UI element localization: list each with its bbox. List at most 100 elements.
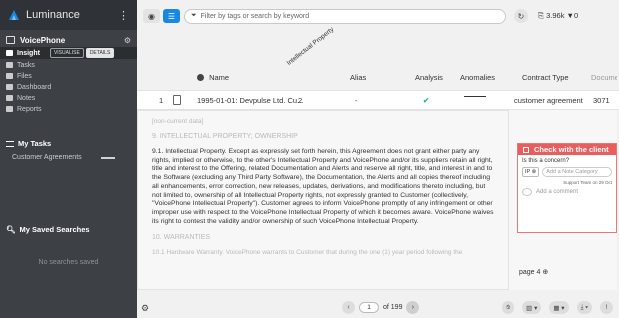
sidebar-item-label: Notes bbox=[17, 94, 36, 102]
search-placeholder: Filter by tags or search by keyword bbox=[200, 12, 310, 20]
list-icon: ☰ bbox=[167, 11, 176, 21]
row-documents: 3071 bbox=[593, 96, 610, 105]
sidebar-item-insight[interactable]: Insight VISUALISE DETAILS bbox=[0, 47, 137, 59]
download-icon: ⤓ ▾ bbox=[580, 303, 588, 311]
tasks-icon bbox=[6, 62, 13, 68]
info-icon: ! bbox=[605, 304, 608, 311]
ip-tag[interactable]: IP ⊗ bbox=[522, 167, 540, 177]
sidebar-item-label: Insight bbox=[17, 49, 40, 57]
insight-icon bbox=[6, 50, 13, 56]
pagination: ‹ 1 of 199 › bbox=[342, 301, 420, 314]
info-button[interactable]: ! bbox=[600, 301, 613, 314]
analysis-check-icon: ✔ bbox=[423, 96, 430, 105]
add-comment-field[interactable]: Add a comment bbox=[518, 188, 616, 196]
hand-icon: ✋︎ bbox=[506, 303, 511, 311]
row-name[interactable]: 1995-01-01: Devpulse Ltd. Cu... bbox=[197, 96, 303, 105]
row-ip-count: 2 bbox=[298, 96, 303, 105]
reports-icon bbox=[6, 106, 13, 112]
refresh-button[interactable]: ↻ bbox=[514, 9, 528, 23]
sidebar: Luminance ⋮ VoicePhone ⚙ Insight VISUALI… bbox=[0, 0, 137, 318]
sidebar-item-tasks[interactable]: Tasks bbox=[0, 60, 137, 70]
column-alias[interactable]: Alias bbox=[350, 73, 366, 82]
faint-header-text: [non-current data] bbox=[152, 118, 204, 125]
row-alias: - bbox=[355, 96, 358, 105]
sidebar-item-label: Tasks bbox=[17, 61, 35, 69]
dashboard-icon bbox=[6, 84, 13, 90]
project-name: VoicePhone bbox=[20, 35, 66, 45]
column-documents[interactable]: Docume bbox=[591, 73, 617, 82]
search-input[interactable]: ⏷ Filter by tags or search by keyword bbox=[184, 8, 506, 24]
tag-icon: ⊗ bbox=[531, 169, 537, 175]
counts-text: 3.96k ▼0 bbox=[546, 11, 579, 20]
page-indicator[interactable]: page 4 ⊕ bbox=[519, 268, 548, 276]
sidebar-item-files[interactable]: Files bbox=[0, 71, 137, 81]
column-analysis[interactable]: Analysis bbox=[415, 73, 443, 82]
folder-icon bbox=[6, 73, 13, 79]
app-title: Luminance bbox=[26, 9, 80, 21]
visualise-toggle[interactable]: VISUALISE bbox=[49, 48, 84, 58]
sidebar-item-label: Dashboard bbox=[17, 83, 52, 91]
notes-icon bbox=[6, 95, 13, 101]
row-contract-type: customer agreement bbox=[514, 96, 583, 105]
saved-searches-heading[interactable]: 🔍︎ My Saved Searches bbox=[0, 225, 137, 234]
comment-author: Support Team on 29 Oct bbox=[563, 180, 612, 185]
task-item-label: Customer Agreements bbox=[12, 154, 82, 161]
column-contract-type[interactable]: Contract Type bbox=[522, 73, 569, 82]
toolbar: ◉ ☰ ⏷ Filter by tags or search by keywor… bbox=[137, 6, 619, 26]
layout-options-button[interactable]: ▦ ▾ bbox=[549, 301, 569, 314]
next-page-button[interactable]: › bbox=[406, 301, 420, 314]
clause-text[interactable]: 9.1. Intellectual Property. Except as ex… bbox=[138, 148, 508, 226]
saved-searches-title: My Saved Searches bbox=[19, 225, 90, 234]
result-counts: ⎘ 3.96k ▼0 bbox=[538, 11, 578, 21]
chevron-left-icon: ‹ bbox=[347, 304, 350, 311]
document-count-icon: ⎘ bbox=[538, 11, 544, 20]
prev-page-button[interactable]: ‹ bbox=[342, 301, 355, 314]
chevron-right-icon: › bbox=[411, 304, 415, 311]
download-button[interactable]: ⤓ ▾ bbox=[576, 301, 592, 314]
task-progress-bar bbox=[101, 156, 115, 159]
faint-footer-text: 10.1 Hardware Warranty. VoicePhone warra… bbox=[152, 249, 463, 257]
search-icon: 🔍︎ bbox=[6, 225, 16, 234]
task-item-customer-agreements[interactable]: Customer Agreements bbox=[0, 154, 137, 161]
comment-question: Is this a concern? bbox=[522, 158, 570, 164]
view-options-button[interactable]: ▥ ▾ bbox=[522, 301, 542, 314]
hand-tool-button[interactable]: ✋︎ bbox=[502, 301, 515, 314]
list-icon bbox=[6, 140, 14, 147]
page-number-input[interactable]: 1 bbox=[359, 302, 379, 313]
sidebar-item-dashboard[interactable]: Dashboard bbox=[0, 82, 137, 92]
details-toggle[interactable]: DETAILS bbox=[85, 48, 115, 58]
brand-header: Luminance ⋮ bbox=[0, 0, 137, 30]
sidebar-item-reports[interactable]: Reports bbox=[0, 104, 137, 114]
flag-icon bbox=[523, 146, 529, 153]
grid-view-button[interactable]: ◉ bbox=[143, 9, 160, 23]
tag-row: IP ⊗ Add a Note Category bbox=[518, 167, 616, 177]
document-icon bbox=[173, 95, 181, 105]
page-total: of 199 bbox=[383, 304, 403, 311]
view-options-icon: ▥ ▾ bbox=[526, 304, 538, 312]
filter-icon: ⏷ bbox=[191, 12, 197, 19]
no-searches-text: No searches saved bbox=[38, 259, 99, 266]
sidebar-item-notes[interactable]: Notes bbox=[0, 93, 137, 103]
settings-icon[interactable]: ⚙ bbox=[141, 303, 149, 314]
document-viewer[interactable]: [non-current data] 9. INTELLECTUAL PROPE… bbox=[137, 110, 509, 290]
project-settings-icon[interactable]: ⚙ bbox=[124, 36, 131, 45]
row-index: 1 bbox=[159, 96, 164, 105]
add-category-input[interactable]: Add a Note Category bbox=[542, 167, 612, 177]
comment-title: Check with the client bbox=[534, 145, 609, 154]
column-intellectual-property[interactable]: Intellectual Property bbox=[286, 26, 336, 67]
list-view-button[interactable]: ☰ bbox=[163, 9, 180, 23]
luminance-logo-icon bbox=[9, 10, 19, 20]
comment-header: Check with the client bbox=[518, 144, 616, 155]
table-row[interactable]: 1 1995-01-01: Devpulse Ltd. Cu... 2 - ✔ … bbox=[137, 90, 619, 110]
my-tasks-heading[interactable]: My Tasks bbox=[0, 139, 137, 148]
sort-icon bbox=[197, 74, 204, 81]
grid-icon: ◉ bbox=[148, 11, 155, 21]
project-header[interactable]: VoicePhone ⚙ bbox=[0, 33, 137, 47]
add-comment-placeholder: Add a comment bbox=[536, 189, 579, 195]
column-name[interactable]: Name bbox=[197, 73, 229, 82]
comment-card[interactable]: Check with the client Is this a concern?… bbox=[517, 143, 617, 233]
kebab-menu-icon[interactable]: ⋮ bbox=[118, 9, 129, 22]
column-anomalies[interactable]: Anomalies bbox=[460, 73, 495, 82]
page-nav-icon: ⊕ bbox=[542, 269, 549, 276]
bottom-bar: ⚙ ‹ 1 of 199 › ✋︎ ▥ ▾ ▦ ▾ ⤓ ▾ ! bbox=[137, 298, 619, 318]
